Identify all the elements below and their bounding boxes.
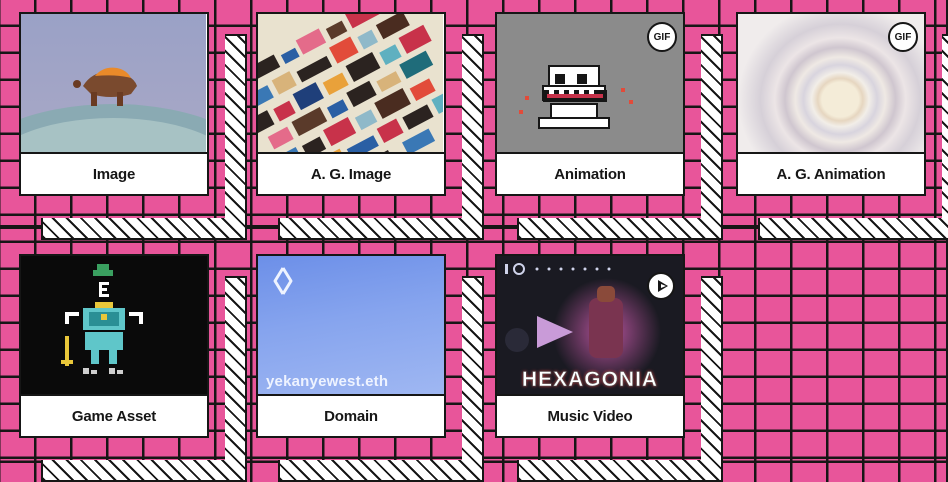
card-face[interactable]: GIF A. G. Animation [736, 12, 926, 196]
ens-logo-thumbnail: yekanyewest.eth [258, 256, 444, 396]
domain-name: yekanyewest.eth [266, 373, 389, 390]
video-thumbnail: HEXAGONIA [497, 256, 683, 396]
radial-blur-thumbnail: GIF [738, 14, 924, 154]
card-domain[interactable]: yekanyewest.eth Domain [256, 254, 484, 482]
ens-logo-icon [273, 267, 293, 295]
card-label: Animation [554, 165, 626, 183]
image-thumbnail [21, 14, 207, 154]
card-ag-image[interactable]: A. G. Image [256, 12, 484, 240]
card-label: Image [92, 165, 136, 183]
video-title: HEXAGONIA [521, 368, 659, 392]
card-music-video[interactable]: HEXAGONIA Music Video [495, 254, 723, 482]
card-ag-animation[interactable]: GIF A. G. Animation [736, 12, 948, 240]
card-label: A. G. Image [310, 165, 392, 183]
card-face[interactable]: Game Asset [19, 254, 209, 438]
card-face[interactable]: GIF Animation [495, 12, 685, 196]
pixel-skull-thumbnail: GIF [497, 14, 683, 154]
card-label: Domain [324, 407, 378, 425]
gif-badge: GIF [647, 22, 677, 52]
card-label: Game Asset [71, 407, 157, 425]
card-face[interactable]: A. G. Image [256, 12, 446, 196]
card-face[interactable]: Image [19, 12, 209, 196]
card-image[interactable]: Image [19, 12, 247, 240]
card-label: Music Video [547, 407, 633, 425]
gif-badge: GIF [888, 22, 918, 52]
card-label: A. G. Animation [776, 165, 886, 183]
pixel-character-thumbnail [21, 256, 207, 396]
card-game-asset[interactable]: Game Asset [19, 254, 247, 482]
card-face[interactable]: HEXAGONIA Music Video [495, 254, 685, 438]
play-icon[interactable] [647, 272, 675, 300]
card-face[interactable]: yekanyewest.eth Domain [256, 254, 446, 438]
generative-image-thumbnail [258, 14, 444, 154]
card-animation[interactable]: GIF Animation [495, 12, 723, 240]
